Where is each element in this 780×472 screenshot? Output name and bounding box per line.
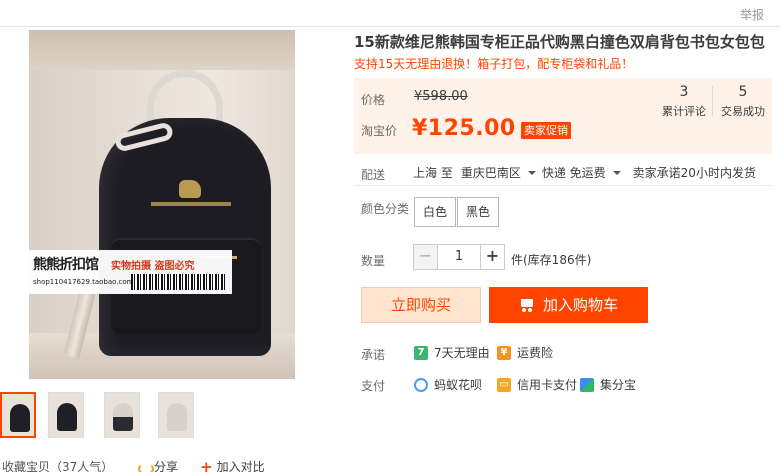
- review-count-label: 累计评论: [662, 105, 706, 118]
- watermark-tag: 实物拍摄 盗图必究: [111, 261, 195, 272]
- product-title: 15新款维尼熊韩国专柜正品代购黑白撞色双肩背包书包女包包: [354, 33, 765, 51]
- bag-logo: [179, 180, 201, 198]
- promise-shipping-insurance[interactable]: ¥ 运费险: [497, 344, 553, 361]
- section-divider: [354, 185, 772, 186]
- thumbnail-bag: [113, 403, 133, 431]
- original-price: ¥598.00: [414, 89, 468, 104]
- shipping-label: 配送: [361, 168, 386, 182]
- top-bar: 举报: [0, 0, 780, 27]
- plus-icon: +: [200, 457, 213, 472]
- gallery-actions: 收藏宝贝（37人气） 分享 + 加入对比: [0, 454, 360, 472]
- promise-label: 承诺: [361, 348, 386, 362]
- color-option-black[interactable]: 黑色: [457, 197, 500, 227]
- payment-credit-card-label: 信用卡支付: [517, 378, 578, 392]
- payment-jifenbao[interactable]: 集分宝: [580, 376, 636, 393]
- quantity-stepper: − 1 +: [413, 244, 505, 270]
- quantity-label: 数量: [361, 254, 386, 268]
- credit-card-icon: ▭: [497, 377, 511, 392]
- stock-info: 件(库存186件): [511, 253, 592, 267]
- thumbnail-bag: [57, 403, 77, 431]
- shipping-promise: 卖家承诺20小时内发货: [632, 166, 756, 180]
- main-product-image[interactable]: 熊熊折扣馆 实物拍摄 盗图必究 shop110417629.taobao.com: [29, 30, 295, 379]
- payment-jifenbao-label: 集分宝: [600, 378, 637, 392]
- ant-huabei-icon: [414, 377, 428, 392]
- cart-icon: [519, 298, 535, 312]
- taobao-price-label: 淘宝价: [361, 124, 398, 138]
- shipping-insurance-icon: ¥: [497, 345, 511, 360]
- bag-logo-text: [151, 202, 231, 206]
- quantity-decrease-button[interactable]: −: [414, 245, 438, 269]
- product-subtitle: 支持15天无理由退换！箱子打包，配专柜袋和礼品！: [354, 57, 634, 71]
- photo-shelf: [29, 30, 295, 70]
- thumbnail[interactable]: [48, 392, 84, 438]
- promise-seven-day-label: 7天无理由: [434, 346, 490, 360]
- payment-huabei[interactable]: 蚂蚁花呗: [414, 376, 482, 393]
- report-link[interactable]: 举报: [740, 6, 764, 23]
- shop-watermark: 熊熊折扣馆 实物拍摄 盗图必究 shop110417629.taobao.com: [29, 250, 232, 294]
- chevron-down-icon[interactable]: [527, 170, 536, 175]
- share-button[interactable]: 分享: [138, 458, 178, 472]
- thumbnail[interactable]: [158, 392, 194, 438]
- quantity-input[interactable]: 1: [438, 245, 480, 269]
- payment-huabei-label: 蚂蚁花呗: [434, 378, 483, 392]
- thumbnail[interactable]: [0, 392, 36, 438]
- compare-button[interactable]: + 加入对比: [200, 458, 265, 472]
- thumbnail-bag: [167, 403, 187, 431]
- shipping-method[interactable]: 快递 免运费: [542, 164, 606, 181]
- color-option-white[interactable]: 白色: [414, 197, 457, 227]
- compare-label: 加入对比: [216, 460, 265, 472]
- barcode-icon: [131, 274, 225, 290]
- seven-day-icon: 7: [414, 345, 428, 360]
- sales-count-value: 5: [738, 84, 748, 100]
- promo-badge[interactable]: 卖家促销: [521, 122, 571, 139]
- quantity-increase-button[interactable]: +: [480, 245, 504, 269]
- price-panel: 价格 ¥598.00 淘宝价 ¥125.00 卖家促销 3 累计评论 5 交易成…: [354, 78, 772, 154]
- share-icon: [138, 461, 154, 472]
- jifenbao-icon: [580, 377, 594, 392]
- color-label: 颜色分类: [361, 202, 410, 216]
- shipping-info: 上海 至 重庆巴南区 快递 免运费 卖家承诺20小时内发货: [413, 164, 756, 181]
- sales-count-label: 交易成功: [721, 105, 765, 118]
- watermark-shop-name: 熊熊折扣馆: [33, 257, 99, 273]
- review-count[interactable]: 3 累计评论: [654, 84, 714, 119]
- promise-seven-day[interactable]: 7 7天无理由: [414, 344, 490, 361]
- payment-label: 支付: [361, 379, 386, 393]
- shipping-destination[interactable]: 重庆巴南区: [461, 164, 521, 181]
- review-count-value: 3: [679, 84, 689, 100]
- chevron-down-icon[interactable]: [612, 170, 621, 175]
- shipping-from: 上海 至: [413, 166, 453, 180]
- promise-shipping-insurance-label: 运费险: [517, 346, 554, 360]
- payment-credit-card[interactable]: ▭ 信用卡支付: [497, 376, 577, 393]
- add-to-cart-button[interactable]: 加入购物车: [489, 287, 648, 323]
- sales-count[interactable]: 5 交易成功: [713, 84, 773, 119]
- watermark-url: shop110417629.taobao.com: [33, 278, 134, 286]
- thumbnail-bag: [10, 404, 30, 432]
- favorite-link[interactable]: 收藏宝贝（37人气）: [2, 458, 113, 472]
- add-to-cart-label: 加入购物车: [542, 296, 618, 314]
- share-label: 分享: [154, 460, 179, 472]
- taobao-price: ¥125.00: [412, 116, 516, 141]
- thumbnail[interactable]: [104, 392, 140, 438]
- buy-now-button[interactable]: 立即购买: [361, 287, 481, 323]
- top-divider: [0, 26, 780, 27]
- price-label: 价格: [361, 93, 386, 107]
